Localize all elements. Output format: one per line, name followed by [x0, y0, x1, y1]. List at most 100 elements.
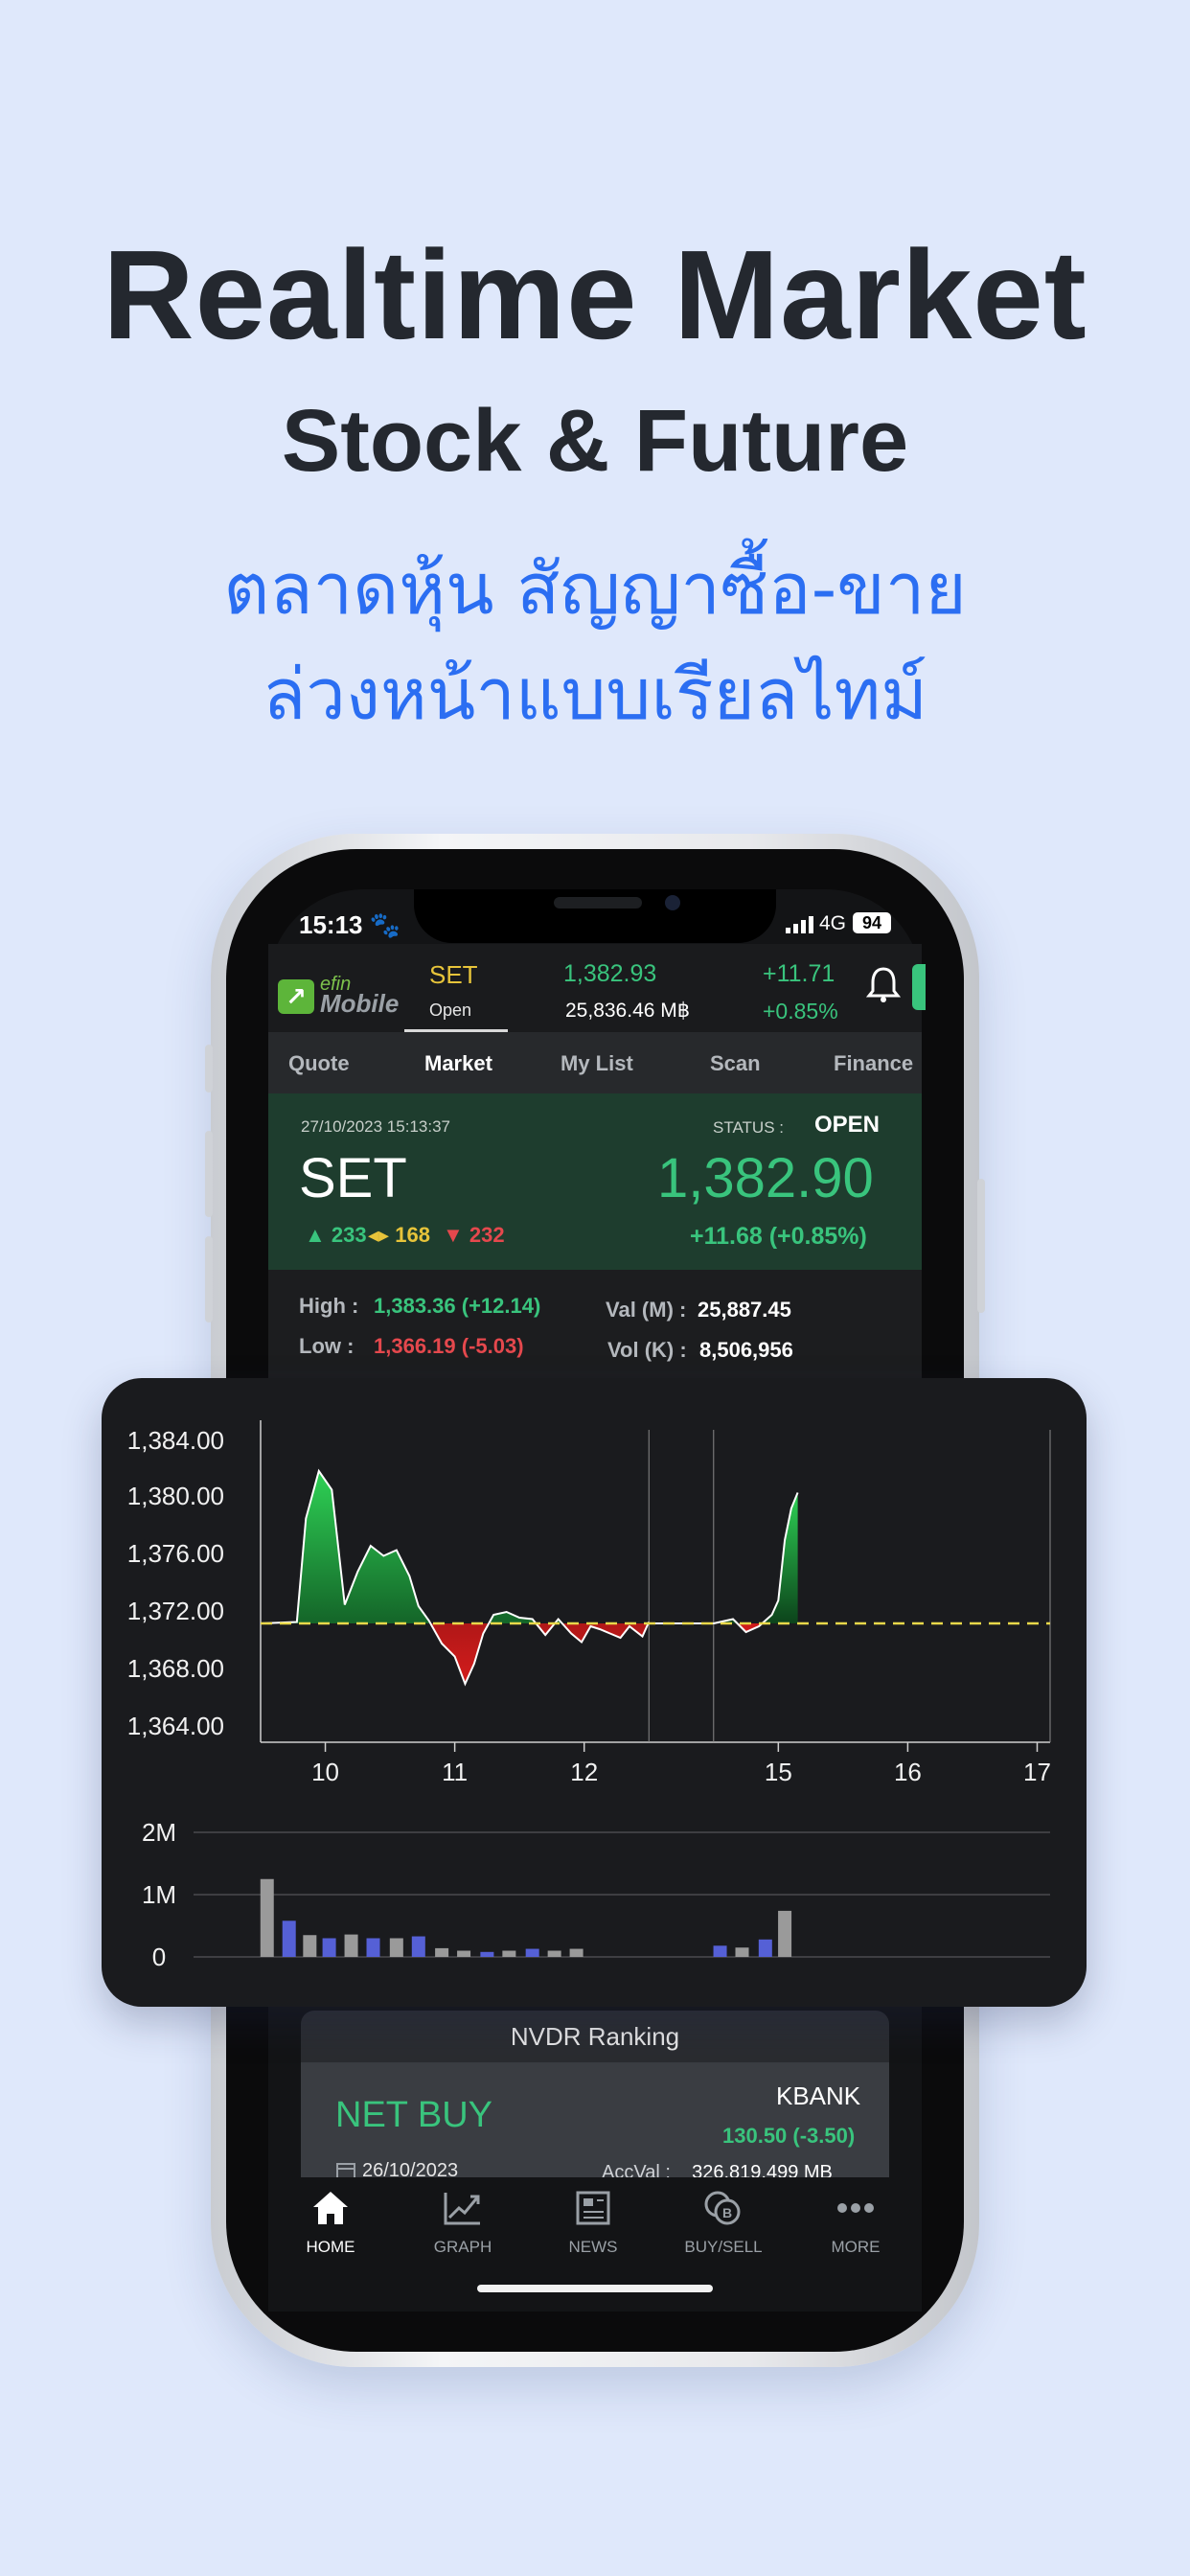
nav-buy-sell[interactable]: B BUY/SELL — [671, 2189, 776, 2257]
volume-bar — [778, 1910, 792, 1957]
nvdr-title: NVDR Ranking — [510, 2022, 680, 2051]
price-x-tick: 10 — [311, 1758, 339, 1786]
low-label: Low : — [299, 1334, 355, 1358]
price-x-tick: 12 — [570, 1758, 598, 1786]
home-icon — [313, 2192, 348, 2224]
price-y-tick: 1,372.00 — [127, 1597, 224, 1625]
down-triangle-icon: ▼ — [443, 1223, 464, 1247]
volume-bar — [735, 1947, 749, 1957]
bell-icon[interactable] — [865, 966, 902, 1004]
battery-icon: 94 — [853, 912, 891, 933]
ticker-value: 25,836.46 M฿ — [565, 1000, 691, 1022]
val-value: 25,887.45 — [698, 1298, 791, 1322]
unchanged-count: ◂▸ 168 — [368, 1223, 430, 1247]
network-label: 4G — [819, 912, 847, 934]
volume-bar — [322, 1938, 336, 1957]
price-x-tick: 11 — [442, 1758, 468, 1786]
volume-bar — [260, 1878, 274, 1957]
volume-bar — [713, 1945, 727, 1957]
afternoon-up-area — [713, 1492, 798, 1623]
mute-switch — [205, 1045, 213, 1092]
volume-bar — [502, 1950, 516, 1957]
volume-up-button — [205, 1131, 213, 1217]
promo-thai-line-1: ตลาดหุ้น สัญญาซื้อ-ขาย — [223, 548, 967, 631]
nav-home[interactable]: HOME — [278, 2189, 383, 2257]
signal-icon — [786, 916, 814, 938]
vol-value: 8,506,956 — [699, 1338, 793, 1362]
tab-quote[interactable]: Quote — [288, 1051, 350, 1076]
app-logo-icon: ↗ — [278, 979, 314, 1014]
nav-graph-label: GRAPH — [433, 2238, 492, 2256]
volume-bar — [758, 1939, 772, 1957]
volume-y-tick: 0 — [152, 1943, 166, 1971]
status-label: STATUS : — [713, 1118, 784, 1137]
intraday-chart[interactable]: 1,384.00 1,380.00 1,376.00 1,372.00 1,368.00… — [102, 1378, 1087, 2007]
volume-bar — [344, 1934, 358, 1957]
price-y-tick: 1,380.00 — [127, 1482, 224, 1510]
nav-news-label: NEWS — [568, 2238, 618, 2256]
market-status: OPEN — [814, 1112, 881, 1138]
price-y-tick: 1,368.00 — [127, 1654, 224, 1683]
svg-text:B: B — [722, 2205, 732, 2220]
volume-y-tick: 2M — [142, 1818, 176, 1847]
tab-scan[interactable]: Scan — [710, 1051, 761, 1076]
index-name: SET — [299, 1147, 407, 1209]
intraday-chart-card: 1,384.00 1,380.00 1,376.00 1,372.00 1,368.00… — [102, 1378, 1087, 2007]
nvdr-symbol: KBANK — [776, 2082, 861, 2110]
nav-news[interactable]: NEWS — [540, 2189, 646, 2257]
price-y-tick: 1,376.00 — [127, 1539, 224, 1568]
price-x-tick: 17 — [1023, 1758, 1051, 1786]
ticker-symbol[interactable]: SET — [429, 960, 478, 990]
nvdr-net-label: NET BUY — [335, 2095, 493, 2135]
promo-title: Realtime Market — [103, 224, 1087, 365]
volume-bar — [411, 1936, 425, 1957]
price-y-tick: 1,364.00 — [127, 1712, 224, 1740]
promo-subtitle: Stock & Future — [281, 392, 909, 490]
paw-icon: 🐾 — [369, 910, 401, 939]
index-stats — [268, 1270, 922, 1385]
volume-bar — [389, 1938, 403, 1957]
volume-bar — [435, 1947, 449, 1957]
decline-count: ▼ 232 — [443, 1223, 505, 1247]
unchanged-arrows-icon: ◂▸ — [368, 1223, 390, 1247]
earpiece-speaker — [554, 897, 642, 908]
nav-home-label: HOME — [306, 2238, 355, 2256]
front-camera — [665, 895, 680, 910]
ticker-state: Open — [429, 1000, 472, 1020]
price-x-tick: 16 — [894, 1758, 922, 1786]
index-change: +11.68 (+0.85%) — [690, 1223, 867, 1250]
volume-bar — [525, 1948, 539, 1957]
high-label: High : — [299, 1294, 359, 1318]
coins-icon: B — [704, 2191, 741, 2225]
index-value: 1,382.90 — [657, 1147, 874, 1209]
more-dots-icon — [837, 2203, 874, 2213]
graph-icon — [444, 2193, 480, 2225]
price-y-tick: 1,384.00 — [127, 1426, 224, 1455]
volume-down-button — [205, 1236, 213, 1322]
volume-bar — [366, 1938, 380, 1957]
up-triangle-icon: ▲ — [305, 1223, 326, 1247]
volume-bar — [569, 1948, 584, 1957]
index-datetime: 27/10/2023 15:13:37 — [301, 1117, 450, 1136]
volume-y-tick: 1M — [142, 1880, 176, 1909]
home-indicator[interactable] — [477, 2285, 713, 2292]
volume-bar — [457, 1950, 471, 1957]
tab-finance[interactable]: Finance — [834, 1051, 913, 1076]
volume-bar — [480, 1951, 494, 1957]
tab-my-list[interactable]: My List — [561, 1051, 633, 1076]
vol-label: Vol (K) : — [607, 1338, 687, 1362]
ticker-price: 1,382.93 — [563, 960, 657, 987]
tab-market[interactable]: Market — [424, 1051, 492, 1076]
app-logo-bottom: Mobile — [320, 989, 400, 1018]
nav-graph[interactable]: GRAPH — [410, 2189, 515, 2257]
low-value: 1,366.19 (-5.03) — [374, 1334, 524, 1358]
promo-thai-line-2: ล่วงหน้าแบบเรียลไทม์ — [262, 654, 928, 736]
side-panel-handle[interactable] — [912, 964, 926, 1010]
val-label: Val (M) : — [606, 1298, 687, 1322]
ticker-change: +11.71 — [763, 960, 835, 987]
advance-count: ▲ 233 — [305, 1223, 367, 1247]
volume-bar — [303, 1935, 317, 1957]
nav-more[interactable]: MORE — [803, 2189, 908, 2257]
news-icon — [576, 2191, 610, 2225]
status-time: 15:13 🐾 — [299, 910, 401, 939]
